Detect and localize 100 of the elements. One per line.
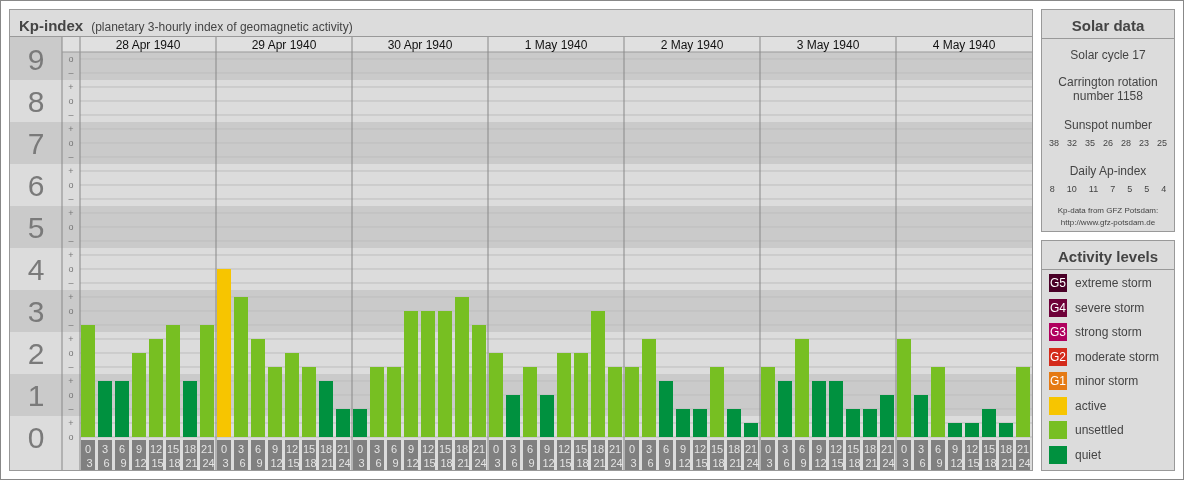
time-range-label: 9 12 [268,440,283,470]
ap-value: 11 [1088,182,1099,196]
y-axis-label: 8 [27,85,45,118]
sunspot-value: 35 [1084,137,1095,150]
sub-tick-label: – [68,194,74,204]
time-range-label: 12 15 [693,440,708,470]
time-range-label: 6 9 [523,440,537,470]
ap-value: 5 [1144,182,1150,196]
time-range-label: 0 3 [897,440,911,470]
time-range-label: 12 15 [965,440,980,470]
kp-bar [863,409,877,437]
sub-tick-label: o [68,138,74,148]
level-swatch: G4 [1049,298,1067,317]
sub-tick-label: + [68,250,74,260]
sub-tick-label: – [68,110,74,120]
kp-bar [914,395,928,437]
time-range-label: 6 9 [795,440,809,470]
level-swatch: G5 [1049,274,1067,292]
sub-tick-label: + [68,208,74,218]
time-range-label: 0 3 [761,440,775,470]
level-label: strong storm [1075,324,1142,341]
sub-tick-label: + [68,82,74,92]
date-label: 30 Apr 1940 [387,38,453,52]
y-axis-label: 7 [27,127,45,160]
ap-value: 10 [1066,182,1077,196]
time-range-label: 9 12 [676,440,691,470]
kp-bar [710,367,724,437]
level-label: unsettled [1075,422,1124,439]
kp-bar [353,409,367,437]
ap-value: 8 [1049,182,1055,196]
kp-bar [268,367,282,437]
date-label: 4 May 1940 [932,38,996,52]
time-range-label: 12 15 [557,440,572,470]
kp-bar [676,409,690,437]
date-label: 3 May 1940 [796,38,860,52]
y-axis-label: 5 [27,211,45,244]
time-range-label: 15 18 [710,440,725,470]
time-range-label: 3 6 [234,440,248,470]
time-range-label: 6 9 [387,440,401,470]
source-text: Kp-data from GFZ Potsdam: [1057,205,1159,217]
sunspot-value: 25 [1157,137,1168,150]
y-axis-label: 9 [27,43,45,76]
time-range-label: 15 18 [574,440,589,470]
y-axis-label: 2 [27,337,45,370]
y-axis-label: 0 [27,421,45,454]
time-range-label: 0 3 [625,440,639,470]
time-range-label: 12 15 [829,440,844,470]
date-label: 1 May 1940 [524,38,588,52]
time-range-label: 9 12 [404,440,419,470]
kp-bar [744,423,758,437]
sunspot-label: Sunspot number [1063,117,1153,134]
time-range-label: 3 6 [370,440,384,470]
sub-tick-label: o [68,264,74,274]
sub-tick-label: – [68,278,74,288]
activity-levels-title: Activity levels [1042,241,1174,270]
time-range-label: 21 24 [336,440,351,470]
time-range-label: 21 24 [880,440,895,470]
kp-bar [727,409,741,437]
time-range-label: 0 3 [81,440,95,470]
time-range-label: 6 9 [659,440,673,470]
sub-tick-label: + [68,418,74,428]
level-label: quiet [1075,446,1102,464]
kp-bar [931,367,945,437]
time-range-label: 18 21 [863,440,878,470]
sub-tick-label: + [68,166,74,176]
time-range-label: 6 9 [251,440,265,470]
kp-bar [659,381,673,437]
sub-tick-label: o [68,306,74,316]
time-range-label: 18 21 [591,440,606,470]
ap-value: 4 [1161,182,1167,196]
time-range-label: 3 6 [914,440,928,470]
sub-tick-label: + [68,334,74,344]
kp-bar [98,381,112,437]
time-range-label: 0 3 [353,440,367,470]
time-range-label: 18 21 [455,440,470,470]
y-axis-label: 6 [27,169,45,202]
kp-bar [999,423,1013,437]
sub-tick-label: o [68,390,74,400]
sub-tick-label: + [68,292,74,302]
time-range-label: 15 18 [438,440,453,470]
sub-tick-label: + [68,376,74,386]
level-label: active [1075,397,1107,415]
sub-tick-label: + [68,124,74,134]
sub-tick-label: o [68,180,74,190]
sunspot-value: 23 [1139,137,1150,150]
time-range-label: 21 24 [608,440,623,470]
source-url: http://www.gfz-potsdam.de [1060,217,1156,229]
date-label: 2 May 1940 [660,38,724,52]
time-range-label: 12 15 [421,440,436,470]
kp-bar [812,381,826,437]
sub-tick-label: o [68,432,74,442]
level-label: minor storm [1075,373,1139,390]
ap-value: 5 [1127,182,1133,196]
time-range-label: 15 18 [846,440,861,470]
level-swatch: G1 [1049,372,1067,390]
y-axis-label: 1 [27,379,45,412]
kp-bar [693,409,707,437]
sub-tick-label: o [68,96,74,106]
time-range-label: 18 21 [183,440,198,470]
kp-bar [523,367,537,437]
